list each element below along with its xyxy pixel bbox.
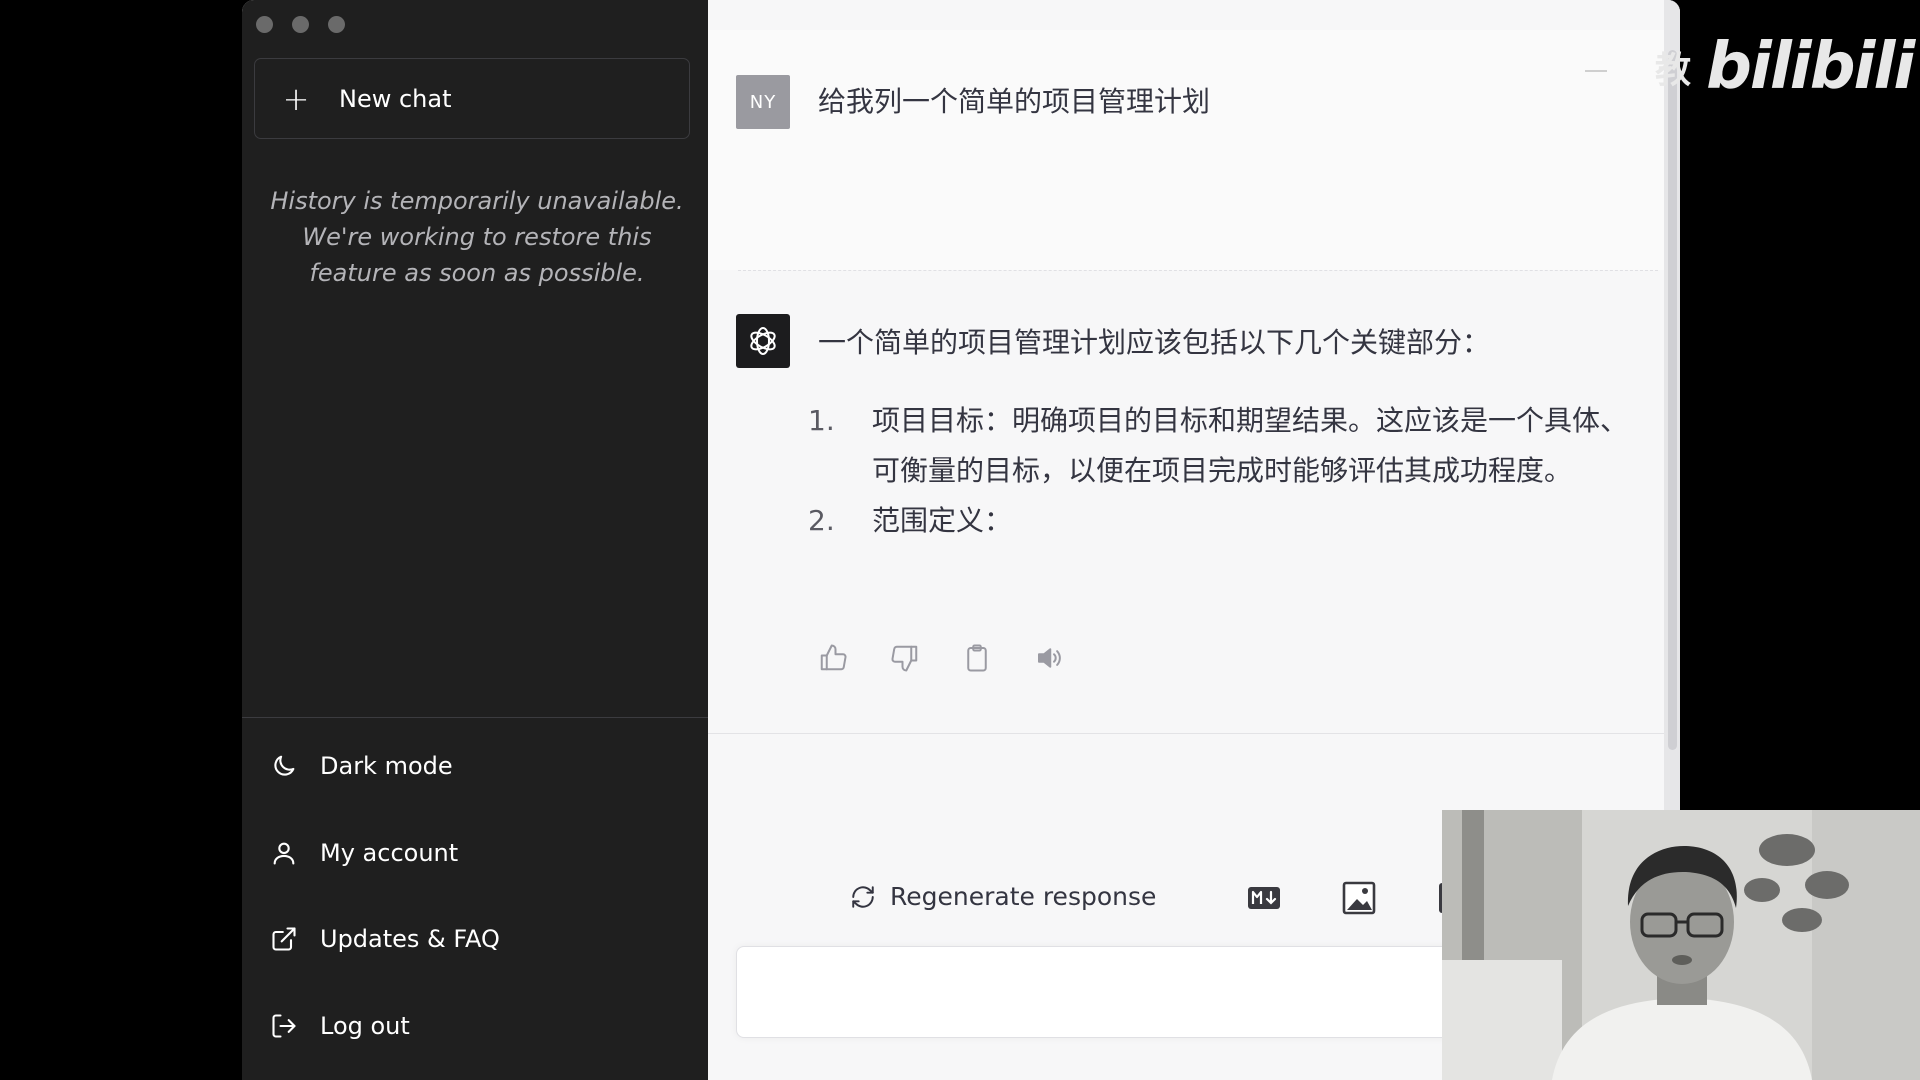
presenter-video (1442, 810, 1920, 1080)
webcam-overlay (1442, 810, 1920, 1080)
list-item: 2. 范围定义： (808, 496, 1638, 546)
list-number: 2. (808, 504, 835, 537)
list-number: 1. (808, 404, 835, 437)
plus-icon: + (282, 79, 310, 118)
new-chat-button[interactable]: + New chat (254, 58, 690, 139)
new-chat-label: New chat (339, 84, 452, 113)
assistant-intro: 一个简单的项目管理计划应该包括以下几个关键部分： (818, 326, 1491, 359)
external-link-icon (272, 927, 296, 951)
image-icon[interactable] (1341, 880, 1377, 916)
sidebar-item-dark-mode[interactable]: Dark mode (270, 746, 453, 786)
user-message-row: NY 给我列一个简单的项目管理计划 (708, 30, 1664, 270)
sidebar-item-label: My account (320, 839, 459, 867)
sidebar-item-label: Dark mode (320, 752, 453, 780)
sidebar-item-updates-faq[interactable]: Updates & FAQ (270, 919, 500, 959)
assistant-message-row: 一个简单的项目管理计划应该包括以下几个关键部分： 1. 项目目标：明确项目的目标… (708, 271, 1664, 733)
sidebar: + New chat History is temporarily unavai… (242, 0, 708, 1080)
scrollbar-thumb[interactable] (1668, 50, 1677, 750)
openai-logo-icon (750, 327, 776, 355)
feedback-toolbar (818, 643, 1064, 673)
user-icon (273, 842, 295, 865)
markdown-icon[interactable] (1246, 880, 1282, 916)
logout-icon (272, 1014, 296, 1038)
assistant-avatar (736, 314, 790, 368)
sidebar-item-label: Updates & FAQ (320, 925, 500, 953)
user-message: 给我列一个简单的项目管理计划 (818, 85, 1211, 118)
clipboard-icon[interactable] (962, 643, 992, 673)
speaker-icon[interactable] (1034, 643, 1064, 673)
history-unavailable-note: History is temporarily unavailable. We'r… (270, 187, 684, 287)
maximize-window-button[interactable] (328, 16, 345, 33)
close-window-button[interactable] (256, 16, 273, 33)
thumbs-up-icon[interactable] (818, 643, 848, 673)
watermark-text: 教 (1655, 50, 1692, 91)
moon-icon (274, 755, 295, 776)
sidebar-item-log-out[interactable]: Log out (270, 1006, 410, 1046)
regenerate-response-button[interactable]: Regenerate response (850, 882, 1156, 911)
list-text: 范围定义： (872, 504, 1013, 537)
overlay-dash (1585, 70, 1607, 72)
refresh-icon (852, 885, 874, 908)
minimize-window-button[interactable] (292, 16, 309, 33)
list-text: 项目目标：明确项目的目标和期望结果。这应该是一个具体、可衡量的目标，以便在项目完… (872, 404, 1629, 487)
sidebar-footer (242, 717, 708, 718)
video-watermark: 教 bilibili (1655, 30, 1915, 104)
regenerate-label: Regenerate response (890, 882, 1157, 911)
thumbs-down-icon[interactable] (890, 643, 920, 673)
sidebar-item-label: Log out (320, 1012, 410, 1040)
list-item: 1. 项目目标：明确项目的目标和期望结果。这应该是一个具体、可衡量的目标，以便在… (808, 396, 1638, 496)
answer-list: 1. 项目目标：明确项目的目标和期望结果。这应该是一个具体、可衡量的目标，以便在… (808, 396, 1638, 546)
avatar: NY (736, 75, 790, 129)
bilibili-logo: bilibili (1706, 30, 1915, 104)
window-controls (256, 16, 345, 33)
conversation-bottom-divider (708, 733, 1664, 734)
sidebar-item-my-account[interactable]: My account (270, 833, 458, 873)
